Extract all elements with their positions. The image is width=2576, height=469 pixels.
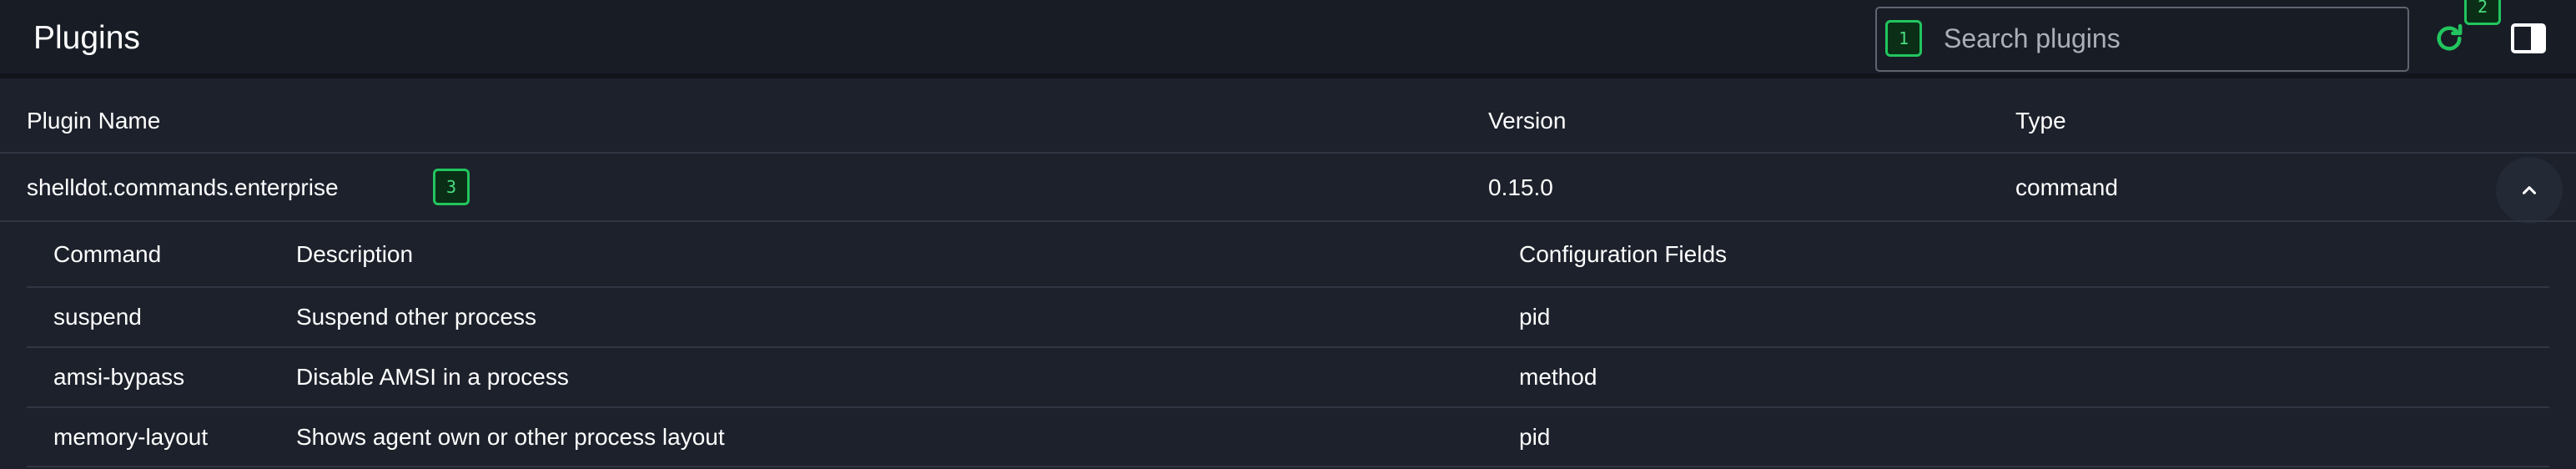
header-bar: Plugins 1 2 [0,0,2576,78]
column-header-command: Command [53,241,162,267]
divider [27,346,2549,348]
element-badge-2: 2 [2464,0,2501,25]
config-fields-cell: method [1519,364,1597,390]
column-header-plugin-name[interactable]: Plugin Name [27,107,160,135]
config-fields-cell: pid [1519,304,1551,330]
divider [27,406,2549,408]
side-panel-icon[interactable] [2511,23,2546,53]
command-cell: suspend [53,304,142,330]
collapse-row-button[interactable] [2496,157,2563,224]
description-cell: Suspend other process [296,304,536,330]
column-header-version[interactable]: Version [1488,107,1566,135]
column-header-description: Description [296,241,414,267]
element-badge-1: 1 [1885,20,1922,57]
command-cell: memory-layout [53,424,209,450]
refresh-icon [2437,23,2463,51]
column-header-type[interactable]: Type [2015,107,2066,135]
description-cell: Shows agent own or other process layout [296,424,725,450]
search-input[interactable] [1944,18,2394,58]
page-title: Plugins [33,20,140,56]
version-cell: 0.15.0 [1488,174,1553,200]
command-cell: amsi-bypass [53,364,185,390]
divider [0,220,2576,222]
refresh-button[interactable] [2428,17,2471,60]
divider [27,286,2549,288]
table-row[interactable]: shelldot.commands.enterprise 3 0.15.0 co… [0,154,2576,222]
config-fields-cell: pid [1519,424,1551,450]
type-cell: command [2015,174,2118,200]
description-cell: Disable AMSI in a process [296,364,569,390]
column-header-configuration-fields: Configuration Fields [1519,241,1728,267]
element-badge-3: 3 [433,169,470,205]
plugin-name-cell: shelldot.commands.enterprise [27,174,339,200]
divider [27,466,2549,467]
chevron-up-icon [2522,186,2537,194]
